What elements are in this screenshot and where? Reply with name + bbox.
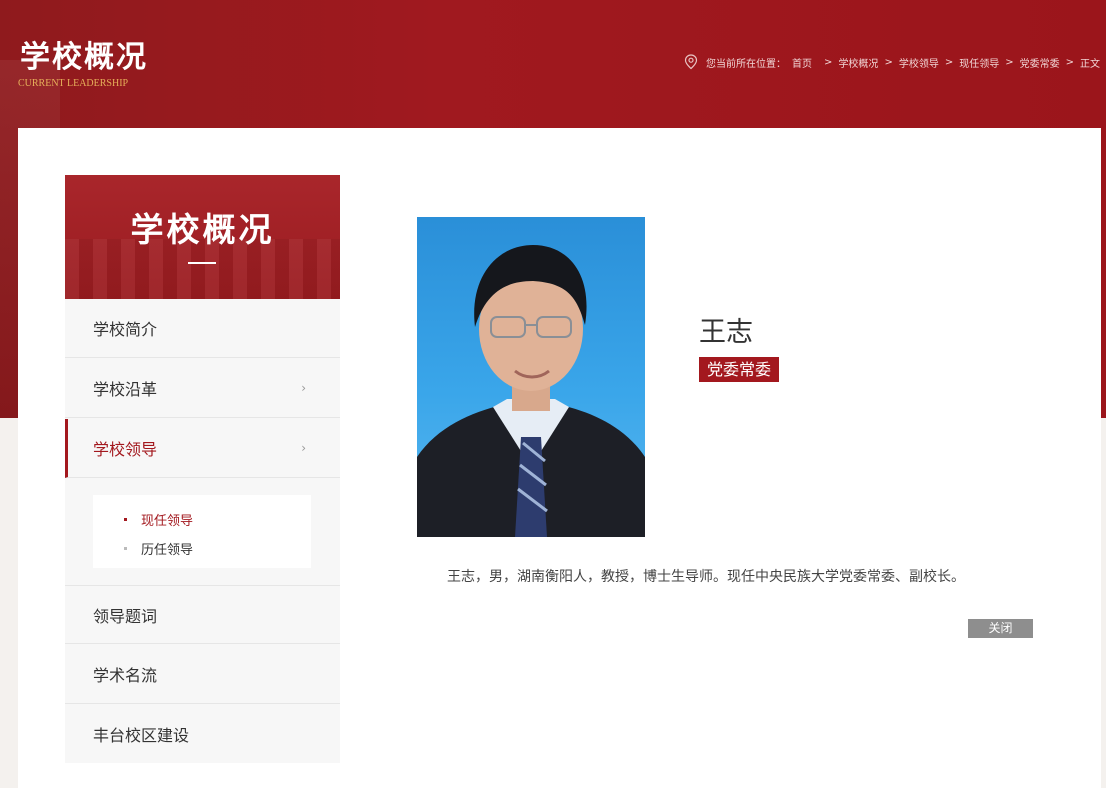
sidebar-title-underline: [188, 262, 216, 264]
submenu-item-label: 历任领导: [141, 543, 194, 558]
sidebar-item-fengtai-campus[interactable]: 丰台校区建设: [65, 704, 340, 763]
portrait-image: [417, 245, 645, 537]
sidebar-item-school-leaders[interactable]: 学校领导 ›: [65, 419, 340, 478]
sidebar-item-label: 领导题词: [93, 606, 158, 626]
location-pin-icon: [684, 54, 698, 70]
sidebar-item-school-intro[interactable]: 学校简介: [65, 299, 340, 358]
sidebar-item-academics[interactable]: 学术名流: [65, 645, 340, 704]
sidebar-item-label: 丰台校区建设: [93, 725, 190, 745]
leaders-submenu: 现任领导 历任领导: [93, 495, 311, 568]
breadcrumb-separator: >: [1005, 56, 1014, 68]
leader-portrait: [417, 217, 645, 537]
sidebar-item-school-history[interactable]: 学校沿革 ›: [65, 359, 340, 418]
submenu-item-current-leaders[interactable]: 现任领导: [124, 510, 193, 529]
submenu-item-label: 现任领导: [141, 514, 194, 529]
close-button[interactable]: 关闭: [968, 619, 1033, 638]
sidebar-item-label: 学校沿革: [93, 380, 158, 399]
breadcrumb-separator: >: [1065, 56, 1074, 68]
chevron-right-icon: ›: [301, 381, 306, 395]
sidebar-item-inscriptions[interactable]: 领导题词: [65, 585, 340, 644]
submenu-item-former-leaders[interactable]: 历任领导: [124, 539, 193, 558]
sidebar-item-label: 学校简介: [93, 320, 158, 339]
chevron-right-icon: ›: [301, 441, 306, 455]
breadcrumb-item-overview[interactable]: 学校概况: [838, 55, 878, 70]
bullet-icon: [124, 518, 127, 521]
sidebar-title: 学校概况: [130, 210, 275, 249]
sidebar-header: 学校概况: [65, 175, 340, 299]
breadcrumb-item-leaders[interactable]: 学校领导: [899, 55, 939, 70]
breadcrumb-prefix: 您当前所在位置：: [706, 58, 787, 70]
leader-name: 王志: [699, 317, 753, 348]
breadcrumb-item-current-leaders[interactable]: 现任领导: [959, 55, 999, 70]
breadcrumb-item-article: 正文: [1080, 58, 1100, 70]
breadcrumb-separator: >: [884, 56, 893, 68]
sidebar: 学校概况 学校简介 学校沿革 › 学校领导 › 现任领导 历任领导 领导题词 学…: [65, 175, 340, 763]
bullet-icon: [124, 547, 127, 550]
leader-bio: 王志，男，湖南衡阳人，教授，博士生导师。现任中央民族大学党委常委、副校长。: [447, 569, 965, 585]
breadcrumb-home[interactable]: 首页: [792, 55, 812, 70]
breadcrumb-item-committee[interactable]: 党委常委: [1020, 55, 1060, 70]
role-badge: 党委常委: [699, 357, 780, 382]
sidebar-item-label: 学术名流: [93, 666, 158, 685]
breadcrumb-separator: >: [824, 56, 833, 68]
breadcrumb-separator: >: [944, 56, 954, 68]
banner-subtitle: CURRENT LEADERSHIP: [18, 78, 129, 89]
sidebar-item-label: 学校领导: [93, 440, 158, 459]
breadcrumb: 您当前所在位置： 首页 > 学校概况 > 学校领导 > 现任领导 > 党委常委 …: [684, 54, 1100, 70]
banner-title: 学校概况: [20, 40, 148, 75]
